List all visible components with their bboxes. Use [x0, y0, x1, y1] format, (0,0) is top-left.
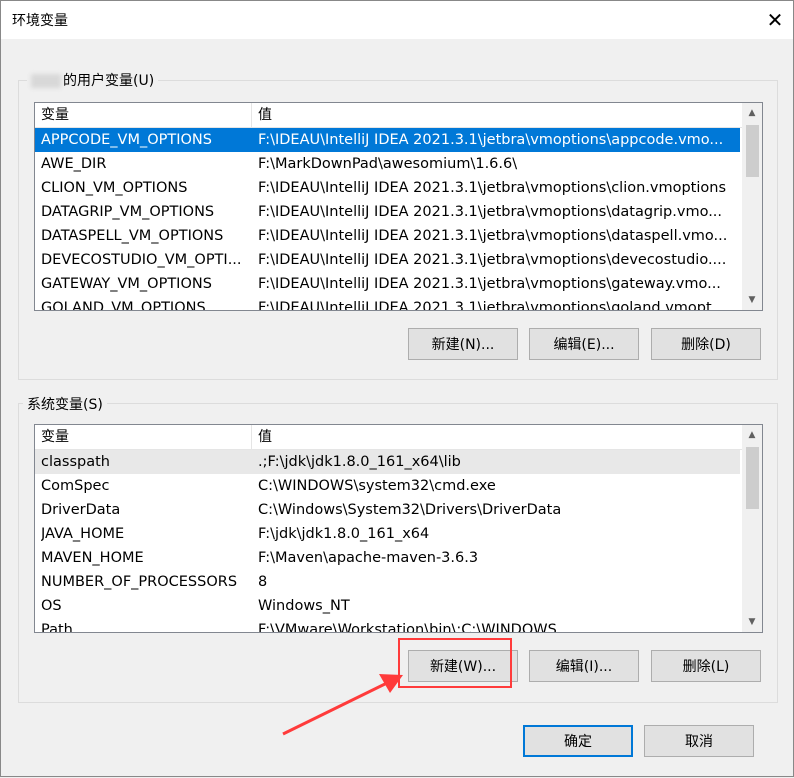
- cancel-button[interactable]: 取消: [644, 725, 754, 757]
- annotation-arrow-icon: [282, 674, 403, 736]
- ok-button[interactable]: 确定: [523, 725, 633, 757]
- environment-variables-dialog: 环境变量 ✕ 的用户变量(U) 变量 值 APPCODE_VM_OPTIONS F…: [0, 0, 794, 777]
